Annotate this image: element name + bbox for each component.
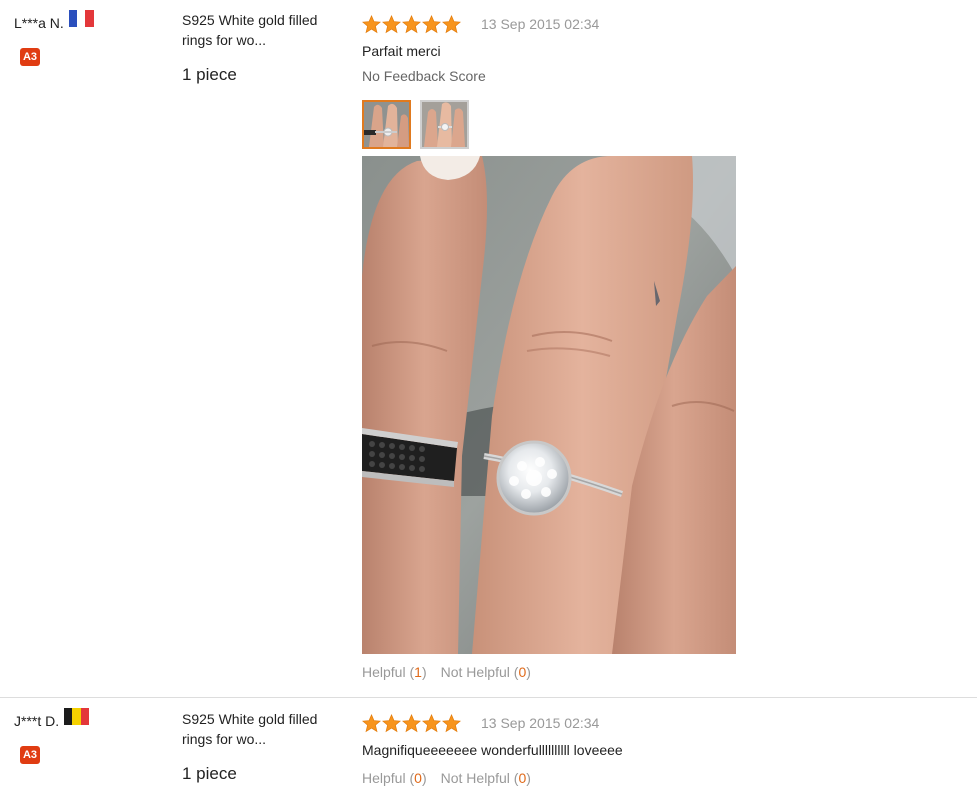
feedback-content: 13 Sep 2015 02:34 Magnifiqueeeeeee wonde… (362, 711, 962, 788)
helpful-row: Helpful (1) Not Helpful (0) (362, 662, 962, 682)
buyer-name-row: J***t D. (14, 708, 164, 730)
product-quantity: 1 piece (182, 65, 237, 84)
not-helpful-count: 0 (518, 664, 527, 680)
ring-photo-thumbnail-icon (364, 102, 409, 147)
rating-row: 13 Sep 2015 02:34 (362, 711, 962, 735)
review-photo[interactable] (362, 156, 736, 654)
buyer-name-row: L***a N. (14, 10, 164, 32)
review-item: J***t D. A3 S925 White gold filled rings… (0, 697, 977, 802)
buyer-info: J***t D. A3 (14, 708, 164, 764)
feedback-content: 13 Sep 2015 02:34 Parfait merci No Feedb… (362, 12, 962, 682)
helpful-label: Helpful (362, 664, 406, 680)
review-item: L***a N. A3 S925 White gold filled rings… (0, 0, 977, 697)
photo-thumbnail[interactable] (420, 100, 469, 149)
star-icon (382, 14, 401, 33)
ring-on-finger-photo-icon (362, 156, 736, 654)
star-rating (362, 14, 462, 34)
not-helpful-label: Not Helpful (440, 664, 510, 680)
product-info: S925 White gold filled rings for wo... 1… (182, 709, 342, 784)
product-info: S925 White gold filled rings for wo... 1… (182, 10, 342, 85)
review-text: Magnifiqueeeeeee wonderfullllllllll love… (362, 742, 623, 758)
review-date: 13 Sep 2015 02:34 (481, 16, 600, 32)
not-helpful-label: Not Helpful (440, 770, 510, 786)
helpful-count: 1 (414, 664, 422, 680)
star-icon (362, 14, 381, 33)
buyer-name: L***a N. (14, 15, 64, 31)
not-helpful-button[interactable]: Not Helpful (0) (441, 768, 531, 788)
review-date: 13 Sep 2015 02:34 (481, 715, 600, 731)
review-text: Parfait merci (362, 43, 441, 59)
star-icon (442, 713, 461, 732)
star-rating (362, 713, 462, 733)
not-helpful-button[interactable]: Not Helpful (0) (441, 662, 531, 682)
product-title: S925 White gold filled rings for wo... (182, 711, 318, 747)
helpful-count: 0 (414, 770, 422, 786)
photo-thumbnail[interactable] (362, 100, 411, 149)
helpful-row: Helpful (0) Not Helpful (0) (362, 768, 962, 788)
star-icon (362, 713, 381, 732)
photo-thumbnails (362, 100, 962, 149)
star-icon (402, 14, 421, 33)
ring-photo-thumbnail-icon (422, 102, 467, 147)
product-quantity: 1 piece (182, 764, 237, 783)
helpful-button[interactable]: Helpful (1) (362, 662, 427, 682)
star-icon (402, 713, 421, 732)
feedback-score: No Feedback Score (362, 68, 486, 84)
flag-belgium-icon (64, 708, 90, 725)
buyer-level-badge: A3 (20, 48, 40, 66)
helpful-label: Helpful (362, 770, 406, 786)
flag-france-icon (68, 10, 94, 27)
rating-row: 13 Sep 2015 02:34 (362, 12, 962, 36)
star-icon (422, 713, 441, 732)
buyer-name: J***t D. (14, 713, 60, 729)
buyer-level-badge: A3 (20, 746, 40, 764)
not-helpful-count: 0 (518, 770, 527, 786)
helpful-button[interactable]: Helpful (0) (362, 768, 427, 788)
product-title: S925 White gold filled rings for wo... (182, 12, 318, 48)
star-icon (382, 713, 401, 732)
buyer-info: L***a N. A3 (14, 10, 164, 66)
star-icon (442, 14, 461, 33)
star-icon (422, 14, 441, 33)
